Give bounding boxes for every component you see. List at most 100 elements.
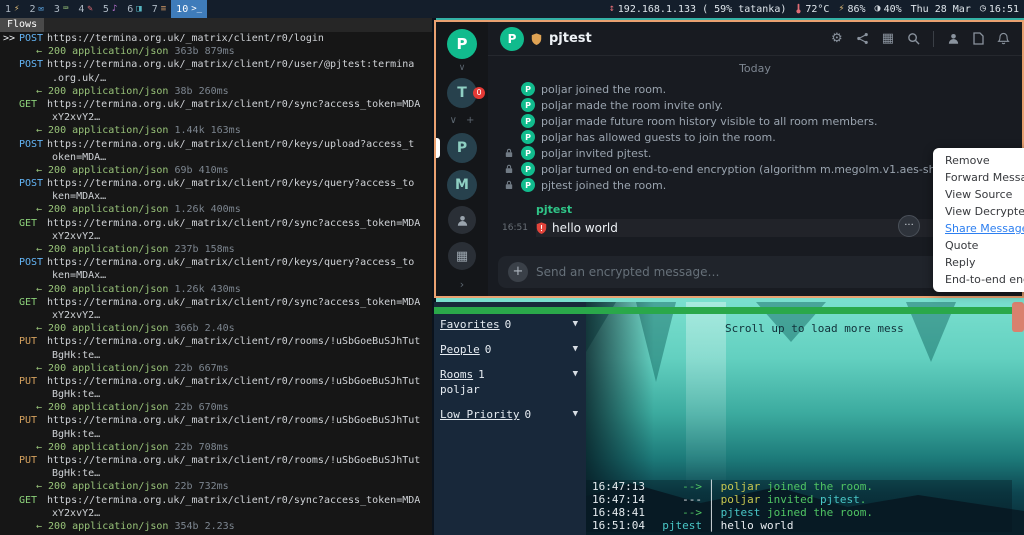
encrypted-lock-icon (502, 164, 515, 174)
flow-row[interactable]: PUThttps://termina.org.uk/_matrix/client… (0, 335, 432, 348)
flow-response: ← 200 application/json 22b 732ms (0, 480, 432, 493)
workspace-3[interactable]: 3⌨ (49, 0, 73, 18)
room-section: Favorites0▼ (440, 318, 578, 331)
workspace-10[interactable]: 10>_ (171, 0, 207, 18)
chat-line: 16:47:14---│poljar invited pjtest. (586, 493, 1012, 506)
network-icon-segment: ↕192.168.1.133 ( 59% tatanka) (609, 3, 787, 15)
group-grid-button[interactable]: ▦ (448, 242, 476, 270)
flow-url: https://termina.org.uk/_matrix/client/r0… (47, 297, 420, 308)
workspace-5[interactable]: 5♪ (98, 0, 122, 18)
flow-url: https://termina.org.uk/_matrix/client/r0… (47, 178, 414, 189)
workspace-7[interactable]: 7≡ (147, 0, 171, 18)
flow-method: GET (19, 98, 47, 111)
add-room-plus-icon[interactable]: + (466, 115, 474, 126)
flow-row[interactable]: >>POSThttps://termina.org.uk/_matrix/cli… (0, 32, 432, 45)
chevron-down-icon[interactable]: ∨ (459, 65, 466, 72)
section-label: Low Priority (440, 408, 519, 421)
menu-item-remove[interactable]: Remove (933, 152, 1024, 169)
flow-list: >>POSThttps://termina.org.uk/_matrix/cli… (0, 32, 432, 533)
response-size-time: 354b 2.23s (174, 521, 234, 532)
flow-url-wrap: BgHk:te… (0, 467, 432, 480)
message-options-button[interactable]: ··· (898, 215, 920, 237)
flow-row[interactable]: GEThttps://termina.org.uk/_matrix/client… (0, 98, 432, 111)
response-content-type: application/json (72, 363, 174, 374)
workspace-2[interactable]: 2✉ (24, 0, 48, 18)
event-text: poljar made future room history visible … (541, 115, 877, 128)
section-header[interactable]: People0▼ (440, 343, 578, 356)
response-content-type: application/json (72, 244, 174, 255)
menu-item-end-to-end-encry[interactable]: End-to-end encry (933, 271, 1024, 288)
chat-timestamp: 16:47:14 (586, 493, 650, 506)
flow-url: https://termina.org.uk/_matrix/client/r0… (47, 33, 324, 44)
chat-line: 16:51:04pjtest│hello world (586, 519, 1012, 532)
flow-row[interactable]: GEThttps://termina.org.uk/_matrix/client… (0, 494, 432, 507)
event-avatar: P (521, 178, 535, 192)
members-icon[interactable] (947, 32, 960, 45)
section-header[interactable]: Low Priority0▼ (440, 408, 578, 421)
menu-item-share-message[interactable]: Share Message (933, 220, 1024, 237)
workspace-number: 4 (78, 4, 84, 15)
room-encryption-shield-icon (531, 33, 542, 45)
section-header[interactable]: Rooms1▼ (440, 368, 578, 381)
thermometer-icon (795, 3, 802, 15)
workspace-1[interactable]: 1⚡ (0, 0, 24, 18)
response-code: ← 200 (36, 244, 72, 255)
share-icon[interactable] (856, 32, 869, 45)
room-avatar-item[interactable]: T0 (447, 78, 477, 108)
event-avatar: P (521, 114, 535, 128)
room-avatar-item[interactable]: M (447, 170, 477, 200)
response-content-type: application/json (72, 125, 174, 136)
files-icon[interactable] (973, 32, 984, 45)
response-content-type: application/json (72, 521, 174, 532)
menu-item-forward-message[interactable]: Forward Message (933, 169, 1024, 186)
flow-row[interactable]: POSThttps://termina.org.uk/_matrix/clien… (0, 256, 432, 269)
workspace-6[interactable]: 6◨ (122, 0, 146, 18)
settings-icon[interactable]: ⚙ (831, 32, 843, 45)
chat-sender: pjtest (650, 519, 702, 532)
search-icon[interactable] (907, 32, 920, 45)
flow-row[interactable]: GEThttps://termina.org.uk/_matrix/client… (0, 217, 432, 230)
response-size-time: 1.44k 163ms (174, 125, 240, 136)
collapse-chevron-icon[interactable]: ∨ (450, 115, 457, 126)
flow-method: PUT (19, 414, 47, 427)
flow-row[interactable]: PUThttps://termina.org.uk/_matrix/client… (0, 454, 432, 467)
section-header[interactable]: Favorites0▼ (440, 318, 578, 331)
section-count: 0 (505, 318, 512, 331)
status-text: 40% (884, 4, 902, 15)
flows-tab[interactable]: Flows (0, 18, 44, 32)
response-content-type: application/json (72, 204, 174, 215)
flow-response: ← 200 application/json 22b 708ms (0, 441, 432, 454)
notifications-icon[interactable] (997, 32, 1010, 45)
workspace-4[interactable]: 4✎ (73, 0, 97, 18)
response-code: ← 200 (36, 363, 72, 374)
attach-plus-button[interactable]: + (508, 262, 528, 282)
chevron-right-icon[interactable]: › (460, 278, 464, 291)
room-avatar-item[interactable]: P (447, 133, 477, 163)
room-avatar[interactable]: P (500, 27, 524, 51)
user-avatar[interactable]: P (447, 29, 477, 59)
response-content-type: application/json (72, 323, 174, 334)
flow-row[interactable]: GEThttps://termina.org.uk/_matrix/client… (0, 296, 432, 309)
menu-item-quote[interactable]: Quote (933, 237, 1024, 254)
flow-row[interactable]: POSThttps://termina.org.uk/_matrix/clien… (0, 58, 432, 71)
integrations-icon[interactable]: ▦ (882, 32, 894, 45)
event-text: poljar made the room invite only. (541, 99, 723, 112)
menu-item-reply[interactable]: Reply (933, 254, 1024, 271)
workspace-icon: ✉ (38, 4, 43, 14)
flow-url-wrap: xY2xvY2… (0, 111, 432, 124)
flow-row[interactable]: PUThttps://termina.org.uk/_matrix/client… (0, 414, 432, 427)
room-item[interactable]: poljar (440, 383, 578, 396)
chat-text-segment: poljar (721, 480, 767, 493)
community-people-button[interactable] (448, 206, 476, 234)
response-content-type: application/json (72, 481, 174, 492)
flow-response: ← 200 application/json 363b 879ms (0, 45, 432, 58)
menu-item-view-source[interactable]: View Source (933, 186, 1024, 203)
flow-row[interactable]: POSThttps://termina.org.uk/_matrix/clien… (0, 138, 432, 151)
flow-row[interactable]: PUThttps://termina.org.uk/_matrix/client… (0, 375, 432, 388)
gomuks-terminal: Favorites0▼ People0▼ Rooms1▼ poljar Low Prio… (434, 302, 1012, 535)
space-panel: P ∨ T0∨+PM ▦ › (436, 22, 488, 296)
menu-item-view-decrypted-s[interactable]: View Decrypted S (933, 203, 1024, 220)
flow-row[interactable]: POSThttps://termina.org.uk/_matrix/clien… (0, 177, 432, 190)
encrypted-lock-icon (502, 180, 515, 190)
composer-placeholder[interactable]: Send an encrypted message… (536, 265, 951, 279)
